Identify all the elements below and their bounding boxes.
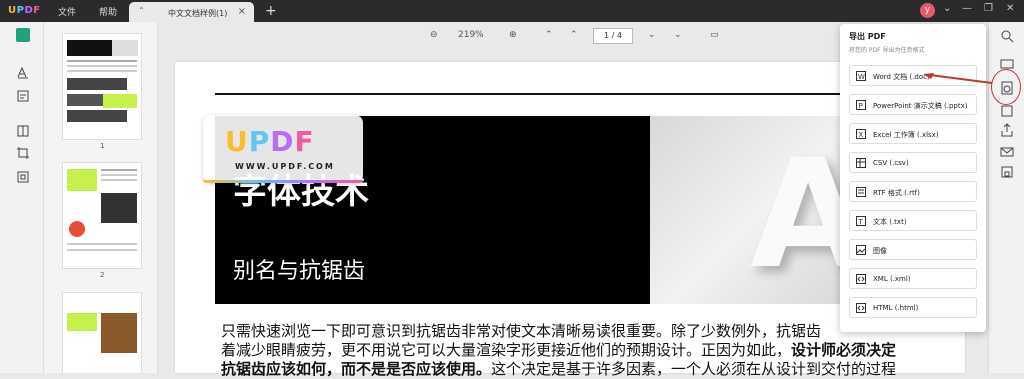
rtf-icon <box>856 187 866 197</box>
tab-history-icon[interactable]: ⌃ <box>138 6 145 15</box>
zoom-in-icon[interactable]: ⊕ <box>509 30 517 40</box>
body-paragraph: 只需快速浏览一下即可意识到抗锯齿非常对使文本清晰易读很重要。除了少数例外，抗锯齿… <box>221 322 921 379</box>
export-option-label: CSV (.csv) <box>873 159 909 167</box>
comment-icon[interactable] <box>16 64 30 79</box>
watermark-url: WWW.UPDF.COM <box>235 162 335 171</box>
export-option-label: 图像 <box>873 247 887 255</box>
app-logo: UPDF <box>8 5 41 16</box>
excel-icon: X <box>856 129 866 139</box>
menu-file[interactable]: 文件 <box>58 5 76 18</box>
svg-text:X: X <box>859 131 864 139</box>
svg-text:P: P <box>859 102 863 110</box>
restore-icon[interactable]: ❐ <box>984 3 993 14</box>
export-option-excel[interactable]: X Excel 工作簿 (.xlsx) <box>849 123 977 144</box>
save-icon[interactable] <box>1000 164 1014 178</box>
thumbnail-panel: 1 2 <box>44 22 158 373</box>
minimize-icon[interactable]: — <box>962 3 972 14</box>
svg-text:W: W <box>858 73 865 81</box>
export-option-label: 文本 (.txt) <box>873 218 907 226</box>
next-page-icon[interactable]: ⌄ <box>648 30 656 40</box>
export-option-label: HTML (.html) <box>873 304 919 312</box>
word-icon: W <box>856 71 866 81</box>
export-option-powerpoint[interactable]: P PowerPoint 演示文稿 (.pptx) <box>849 94 977 115</box>
export-option-label: XML (.xml) <box>873 275 911 283</box>
search-icon[interactable] <box>1000 28 1014 43</box>
organize-pages-icon[interactable] <box>16 123 30 137</box>
annotation-circle <box>991 69 1021 105</box>
svg-text:T: T <box>858 218 864 226</box>
thumbnail-page-1[interactable] <box>62 33 142 140</box>
export-option-label: PowerPoint 演示文稿 (.pptx) <box>873 102 968 110</box>
document-tab[interactable]: ⌃ 中文文档样例(1) × <box>129 2 254 22</box>
close-window-icon[interactable]: ✕ <box>1006 3 1014 14</box>
export-option-image[interactable]: 图像 <box>849 239 977 260</box>
zoom-level[interactable]: 219% <box>458 30 484 40</box>
thumbnail-page-number: 2 <box>100 271 105 279</box>
crop-icon[interactable] <box>16 145 30 159</box>
watermark-logo: UPDF <box>225 125 315 158</box>
html-icon <box>856 303 866 313</box>
text-icon: T <box>856 216 866 226</box>
export-option-csv[interactable]: CSV (.csv) <box>849 152 977 173</box>
tab-close-icon[interactable]: × <box>238 6 246 17</box>
export-title: 导出 PDF <box>849 32 886 41</box>
watermark-bar <box>203 180 363 183</box>
presentation-icon[interactable]: ▭ <box>710 30 719 40</box>
page-rule <box>215 93 935 95</box>
zoom-out-icon[interactable]: ⊖ <box>430 30 438 40</box>
export-option-label: RTF 格式 (.rtf) <box>873 189 920 197</box>
ocr-icon[interactable] <box>1000 56 1014 70</box>
thumbnail-page-number: 1 <box>100 142 105 150</box>
body-line-2-bold: 设计师必须决定 <box>791 341 897 359</box>
export-option-text[interactable]: T 文本 (.txt) <box>849 210 977 231</box>
body-line-1: 只需快速浏览一下即可意识到抗锯齿非常对使文本清晰易读很重要。除了少数例外，抗锯齿 <box>221 322 822 340</box>
export-option-label: Excel 工作簿 (.xlsx) <box>873 131 939 139</box>
export-subtitle: 将您的 PDF 导出为任意格式 <box>849 47 925 54</box>
prev-page-icon[interactable]: ⌃ <box>570 30 578 40</box>
image-icon <box>856 245 866 255</box>
powerpoint-icon: P <box>856 100 866 110</box>
updf-watermark: UPDF WWW.UPDF.COM <box>203 115 363 183</box>
body-line-2: 着减少眼睛疲劳，更不用说它可以大量渲染字形更接近他们的预期设计。正因为如此， <box>221 341 792 359</box>
title-bar: UPDF 文件 帮助 ⌃ 中文文档样例(1) × + y ⌄ — ❐ ✕ <box>0 0 1024 22</box>
thumbnail-page-2[interactable] <box>62 162 142 269</box>
dropdown-icon[interactable]: ⌄ <box>943 3 951 14</box>
form-icon[interactable] <box>16 169 30 183</box>
user-avatar[interactable]: y <box>920 3 935 18</box>
left-toolbar <box>0 22 44 373</box>
body-line-3-bold: 抗锯齿应该如何，而不是是否应该使用。 <box>221 360 492 378</box>
xml-icon <box>856 274 866 284</box>
share-icon[interactable] <box>1000 122 1014 137</box>
mail-icon[interactable] <box>1000 144 1014 158</box>
export-option-rtf[interactable]: RTF 格式 (.rtf) <box>849 181 977 202</box>
last-page-icon[interactable]: ⌄ <box>674 30 682 40</box>
thumbnail-page-3[interactable] <box>62 292 142 373</box>
subheading: 别名与抗锯齿 <box>233 259 366 284</box>
menu-help[interactable]: 帮助 <box>99 5 117 18</box>
page-number-input[interactable]: 1 / 4 <box>593 28 633 44</box>
csv-icon <box>856 158 866 168</box>
edit-pdf-icon[interactable] <box>16 88 30 102</box>
body-line-3: 这个决定是基于许多因素，一个人必须在从设计到交付的过程 <box>491 360 897 378</box>
export-option-html[interactable]: HTML (.html) <box>849 297 977 318</box>
first-page-icon[interactable]: ⌃ <box>545 30 553 40</box>
export-option-xml[interactable]: XML (.xml) <box>849 268 977 289</box>
reader-mode-icon[interactable] <box>16 28 30 42</box>
annotation-arrow <box>923 73 993 84</box>
tab-title: 中文文档样例(1) <box>168 9 228 18</box>
export-panel: 导出 PDF 将您的 PDF 导出为任意格式 W Word 文档 (.doc) … <box>840 24 986 332</box>
new-tab-button[interactable]: + <box>265 3 277 19</box>
